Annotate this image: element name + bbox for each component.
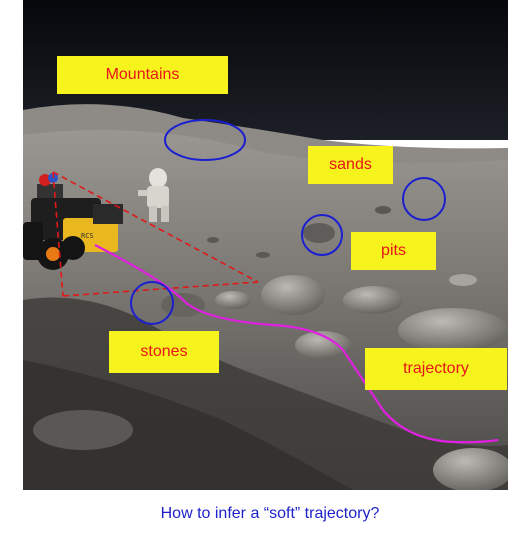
lunar-scene-photo: RCS Mountains sands pits stones trajecto… — [23, 0, 508, 490]
rock — [161, 293, 205, 317]
rock — [33, 410, 133, 450]
rock — [398, 308, 508, 352]
label-pits: pits — [351, 232, 436, 270]
robot-logo-text: RCS — [81, 232, 94, 240]
pebble — [375, 206, 391, 214]
rock — [449, 274, 477, 286]
pebble — [207, 237, 219, 243]
rock — [261, 275, 325, 315]
label-sands: sands — [308, 146, 393, 184]
rock — [343, 286, 403, 314]
figure-caption: How to infer a “soft” trajectory? — [160, 505, 380, 522]
pit-crater — [303, 223, 335, 243]
pebble — [256, 252, 270, 258]
label-stones: stones — [109, 331, 219, 373]
rock — [215, 291, 251, 309]
label-trajectory: trajectory — [365, 348, 507, 390]
label-mountains: Mountains — [57, 56, 228, 94]
